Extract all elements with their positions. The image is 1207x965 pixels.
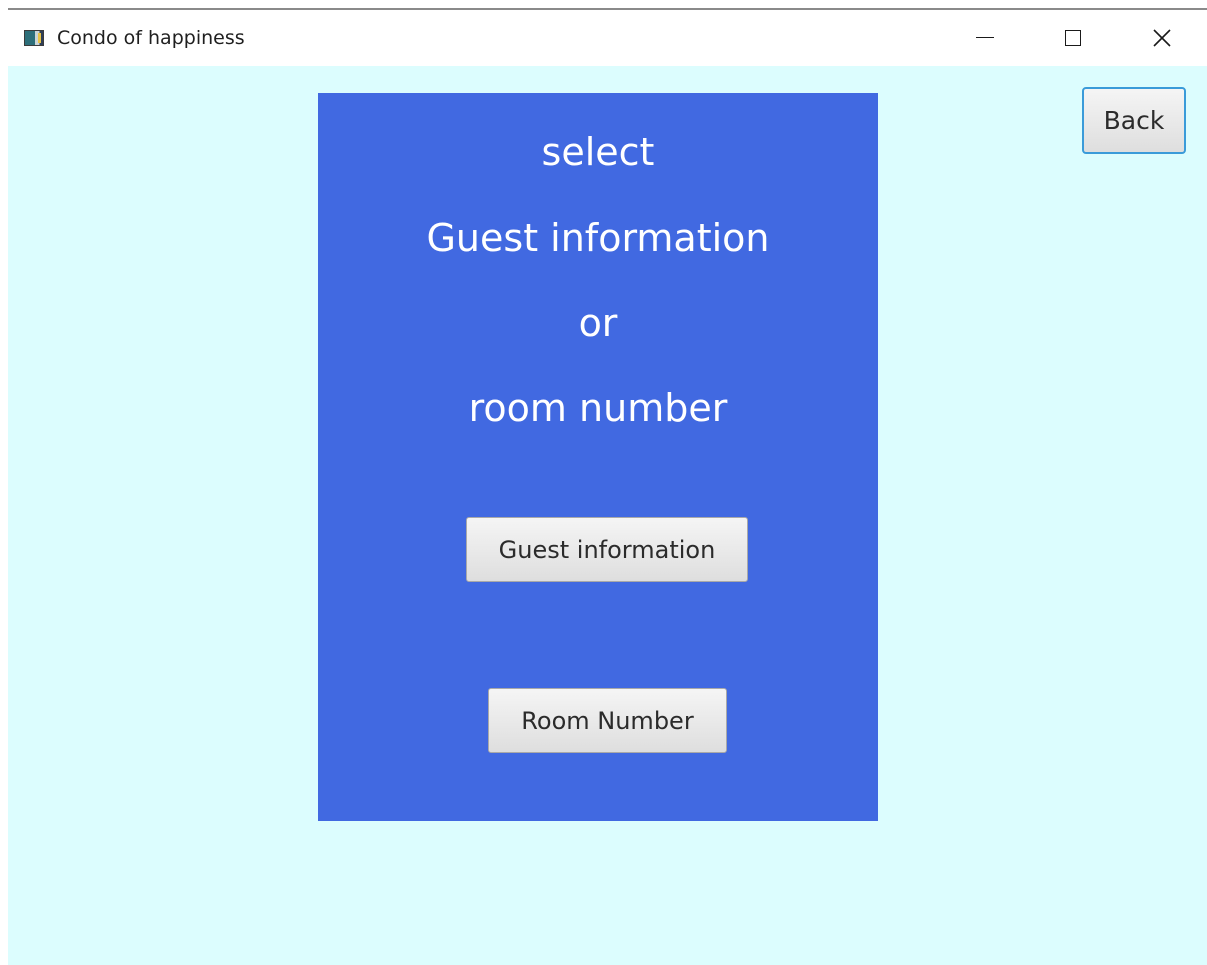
prompt-line-or: or <box>578 301 618 345</box>
close-button[interactable] <box>1139 10 1185 66</box>
minimize-icon <box>976 36 994 38</box>
app-window-icon <box>24 30 44 46</box>
minimize-button[interactable] <box>962 10 1008 66</box>
room-number-button[interactable]: Room Number <box>488 688 727 753</box>
prompt-line-guest-information: Guest information <box>426 216 770 260</box>
guest-information-button[interactable]: Guest information <box>466 517 748 582</box>
prompt-line-select: select <box>541 130 655 174</box>
prompt-line-room-number: room number <box>468 386 728 430</box>
title-bar[interactable]: Condo of happiness <box>8 10 1207 66</box>
main-content: select Guest information or room number … <box>8 66 1207 965</box>
selection-panel: select Guest information or room number … <box>318 93 878 821</box>
maximize-icon <box>1065 30 1081 46</box>
window-title: Condo of happiness <box>57 27 245 49</box>
maximize-button[interactable] <box>1050 10 1096 66</box>
top-strip <box>0 0 1207 10</box>
close-icon <box>1153 29 1171 47</box>
app-window: Condo of happiness select Guest informat… <box>8 10 1207 965</box>
back-button[interactable]: Back <box>1082 87 1186 154</box>
